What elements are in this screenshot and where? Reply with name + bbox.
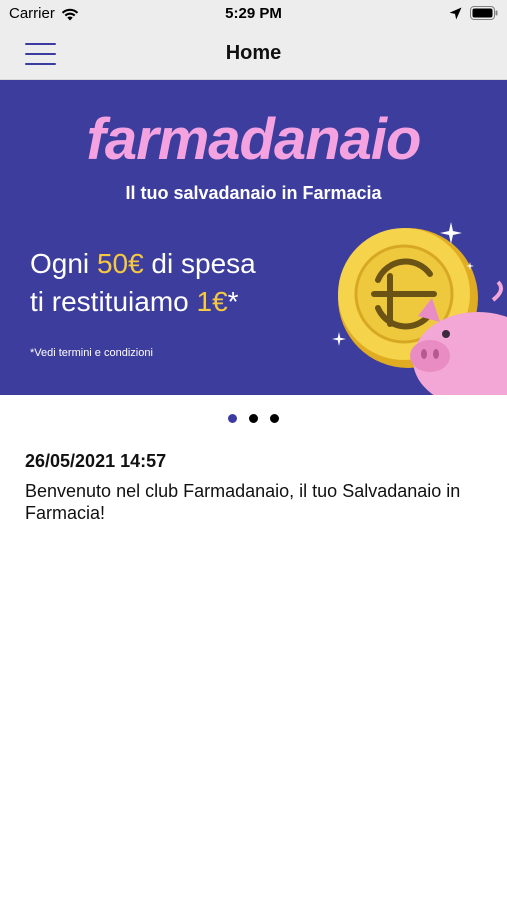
status-right (449, 6, 498, 20)
brand-tagline: Il tuo salvadanaio in Farmacia (125, 183, 382, 203)
sparkle-icon (440, 222, 462, 244)
carousel-dot[interactable] (249, 414, 258, 423)
navigation-bar: Home (0, 28, 507, 80)
location-icon (449, 7, 462, 19)
promo-banner[interactable]: farmadanaio Il tuo salvadanaio in Farmac… (0, 80, 507, 395)
carousel-page-indicator[interactable] (0, 414, 507, 423)
carousel-dot[interactable] (228, 414, 237, 423)
page-title: Home (225, 42, 282, 64)
promo-amount-refund: 1€ (196, 286, 228, 317)
promo-amount-spend: 50€ (96, 248, 144, 279)
carousel-dot[interactable] (270, 414, 279, 423)
message-text: Benvenuto nel club Farmadanaio, il tuo S… (25, 481, 461, 523)
sparkle-icon (332, 332, 346, 346)
battery-icon (470, 6, 498, 20)
brand-logo: farmadanaio (86, 107, 422, 172)
status-bar: Carrier 5:29 PM (0, 0, 507, 28)
sparkle-icon (466, 262, 474, 270)
coin-piggy-bank-illustration (338, 228, 507, 395)
status-time: 5:29 PM (225, 5, 282, 22)
terms-note: *Vedi termini e condizioni (30, 347, 153, 359)
message-date: 26/05/2021 14:57 (25, 451, 167, 471)
promo-line-2: ti restituiamo 1€* (30, 286, 239, 317)
app-screen: Carrier 5:29 PM Home farmadanaio Il tuo … (0, 0, 507, 900)
promo-line-1: Ogni 50€ di spesa (30, 248, 256, 279)
